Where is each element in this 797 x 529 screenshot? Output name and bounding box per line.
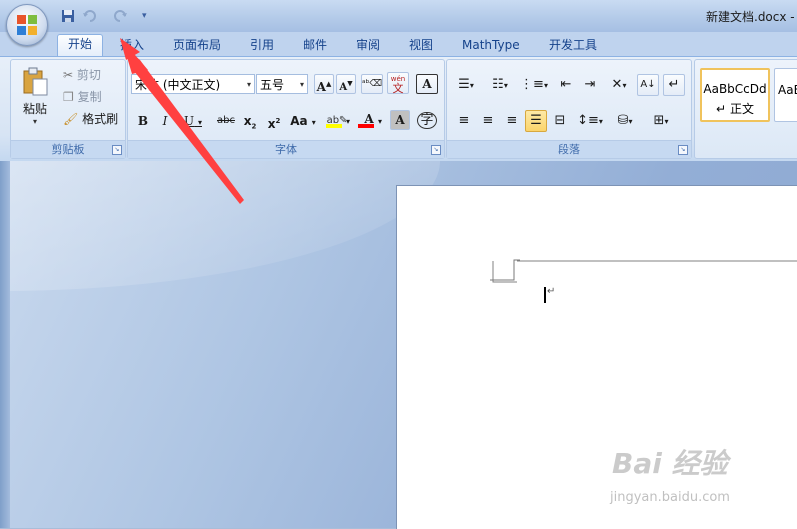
borders-icon: ⊞ xyxy=(653,113,665,128)
phonetic-guide-icon: wén 文 xyxy=(390,75,406,95)
asian-layout-button[interactable]: ✕▾ xyxy=(605,74,633,96)
document-page[interactable]: ↵ xyxy=(396,185,797,529)
align-right-button[interactable]: ≡ xyxy=(501,110,523,132)
style-normal-preview: AaBbCcDd xyxy=(703,82,767,96)
line-spacing-icon: ↕≡ xyxy=(577,113,599,128)
save-icon[interactable] xyxy=(60,8,76,24)
paragraph-launcher-icon[interactable]: ↘ xyxy=(678,145,688,155)
office-logo-icon xyxy=(17,15,37,35)
margin-marks xyxy=(492,260,797,283)
justify-icon: ☰ xyxy=(530,113,542,128)
decrease-indent-button[interactable]: ⇤ xyxy=(555,74,577,96)
character-border-button[interactable]: A xyxy=(416,74,438,94)
align-center-button[interactable]: ≡ xyxy=(477,110,499,132)
paste-icon xyxy=(23,67,48,96)
tab-view[interactable]: 视图 xyxy=(399,36,443,56)
phonetic-guide-button[interactable]: wén 文 xyxy=(387,72,409,94)
red-arrow-annotation xyxy=(120,38,244,204)
style-no-spacing-preview: AaB xyxy=(778,83,797,97)
scissors-icon: ✂ xyxy=(63,68,74,82)
styles-group: AaBbCcDd ↵ 正文 AaB xyxy=(694,59,797,159)
copy-button[interactable]: ❐ 复制 xyxy=(63,88,102,105)
align-left-button[interactable]: ≡ xyxy=(453,110,475,132)
style-normal[interactable]: AaBbCcDd ↵ 正文 xyxy=(700,68,770,122)
brush-icon: 🖌 xyxy=(63,112,79,126)
paragraph-mark-icon: ↵ xyxy=(716,102,727,116)
left-edge xyxy=(0,161,10,528)
borders-button[interactable]: ⊞▾ xyxy=(645,110,677,132)
distributed-icon: ⊟ xyxy=(554,113,566,128)
baidu-watermark-url: jingyan.baidu.com xyxy=(610,490,730,505)
tab-home[interactable]: 开始 xyxy=(57,34,104,57)
style-no-spacing[interactable]: AaB xyxy=(774,68,797,122)
clipboard-group: 粘贴 ▾ ✂ 剪切 ❐ 复制 🖌 格式刷 剪贴板 ↘ xyxy=(10,59,126,159)
justify-button[interactable]: ☰ xyxy=(525,110,547,132)
sort-icon: A↓ xyxy=(640,79,656,90)
corner-crop-mark xyxy=(490,259,520,281)
paragraph-group-label: 段落 xyxy=(447,140,691,158)
multilevel-list-button[interactable]: ⋮≡▾ xyxy=(519,74,549,96)
cut-button[interactable]: ✂ 剪切 xyxy=(63,66,101,83)
paint-bucket-icon: ⛁ xyxy=(617,113,629,128)
customize-toolbar-icon[interactable]: ▾ xyxy=(142,8,158,24)
tab-developer[interactable]: 开发工具 xyxy=(539,36,607,56)
cut-label: 剪切 xyxy=(76,68,101,82)
decrease-indent-icon: ⇤ xyxy=(560,77,572,92)
asian-layout-icon: ✕ xyxy=(611,77,623,92)
tab-mathtype[interactable]: MathType xyxy=(452,36,530,56)
text-cursor xyxy=(544,287,546,303)
increase-indent-button[interactable]: ⇥ xyxy=(579,74,601,96)
sort-button[interactable]: A↓ xyxy=(637,74,659,96)
paste-button[interactable]: 粘贴 ▾ xyxy=(15,64,55,134)
align-right-icon: ≡ xyxy=(506,113,518,128)
bullets-icon: ☰ xyxy=(458,77,470,92)
bullets-button[interactable]: ☰▾ xyxy=(451,74,481,96)
multilevel-list-icon: ⋮≡ xyxy=(520,77,544,92)
line-spacing-button[interactable]: ↕≡▾ xyxy=(575,110,605,132)
character-shading-icon: A xyxy=(395,113,405,127)
numbering-button[interactable]: ☷▾ xyxy=(485,74,515,96)
office-button[interactable] xyxy=(6,4,48,46)
align-left-icon: ≡ xyxy=(458,113,470,128)
paragraph-group: ☰▾ ☷▾ ⋮≡▾ ⇤ ⇥ ✕▾ A↓ ↵ ≡ ≡ ≡ ☰ ⊟ ↕≡▾ ⛁▾ ⊞… xyxy=(446,59,692,159)
title-bar: ▾ 新建文档.docx - xyxy=(0,0,797,32)
show-marks-button[interactable]: ↵ xyxy=(663,74,685,96)
shading-button[interactable]: ⛁▾ xyxy=(609,110,641,132)
redo-icon[interactable] xyxy=(112,8,128,24)
baidu-watermark: Bai 经验 xyxy=(612,447,728,480)
copy-label: 复制 xyxy=(77,90,102,104)
enclose-characters-icon: 字 xyxy=(417,112,437,129)
window-title: 新建文档.docx - xyxy=(706,10,795,24)
style-normal-name: 正文 xyxy=(729,102,754,116)
font-launcher-icon[interactable]: ↘ xyxy=(431,145,441,155)
increase-indent-icon: ⇥ xyxy=(584,77,596,92)
paste-label: 粘贴 xyxy=(22,102,47,116)
character-border-icon: A xyxy=(422,77,432,91)
numbering-icon: ☷ xyxy=(492,77,504,92)
paragraph-mark-icon: ↵ xyxy=(547,286,556,297)
undo-icon[interactable] xyxy=(82,8,98,24)
align-center-icon: ≡ xyxy=(482,113,494,128)
distributed-button[interactable]: ⊟ xyxy=(549,110,571,132)
character-shading-button[interactable]: A xyxy=(390,110,410,130)
copy-icon: ❐ xyxy=(63,90,74,104)
enclose-characters-button[interactable]: 字 xyxy=(416,110,438,132)
paragraph-mark-icon: ↵ xyxy=(668,77,680,92)
